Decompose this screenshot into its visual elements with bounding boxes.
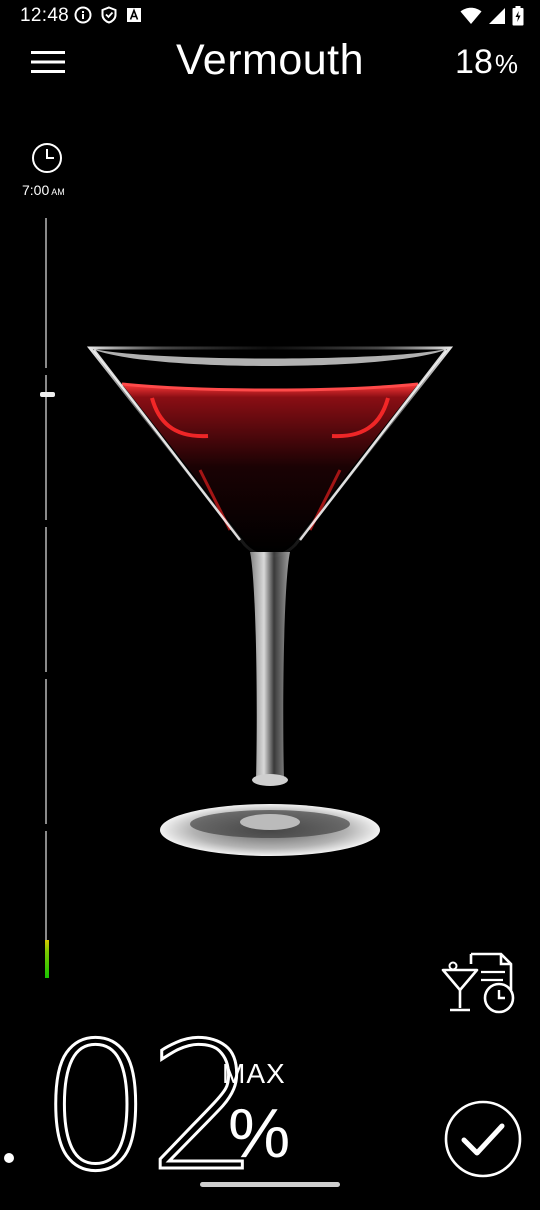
battery-charging-icon [512, 6, 524, 26]
abv-display[interactable]: 18% [455, 40, 518, 86]
abv-value: 18 [455, 43, 493, 81]
status-time: 12:48 [20, 5, 70, 26]
shield-icon [101, 6, 117, 24]
app-bar: Vermouth 18% [0, 34, 540, 90]
start-time-value: 7:00 [22, 182, 50, 198]
clock-icon[interactable] [31, 142, 63, 174]
checkmark-icon [461, 1123, 505, 1156]
status-bar: 12:48 [0, 0, 540, 34]
status-icons-right [460, 6, 524, 26]
bac-decimal-point [4, 1153, 14, 1163]
drink-history-icon[interactable] [441, 948, 517, 1016]
timeline-bac-level [45, 940, 49, 978]
home-indicator[interactable] [200, 1182, 340, 1187]
info-icon [74, 6, 92, 24]
timeline-track[interactable] [45, 218, 49, 978]
timeline-segment [45, 527, 47, 672]
wifi-icon [460, 7, 482, 24]
start-time[interactable]: 7:00 AM [22, 182, 65, 198]
status-icons-left [74, 6, 142, 24]
confirm-button[interactable] [444, 1100, 522, 1178]
signal-icon [489, 8, 505, 24]
start-time-ampm: AM [51, 187, 65, 197]
max-label: MAX [222, 1058, 286, 1089]
timeline-handle[interactable] [40, 392, 55, 397]
bac-unit: % [228, 1094, 291, 1172]
martini-glass-image [86, 346, 454, 856]
bac-value: 02 [39, 1005, 262, 1210]
timeline-segment [45, 218, 47, 368]
a-badge-icon [127, 8, 141, 22]
timeline-segment [45, 679, 47, 824]
abv-unit: % [494, 49, 518, 79]
